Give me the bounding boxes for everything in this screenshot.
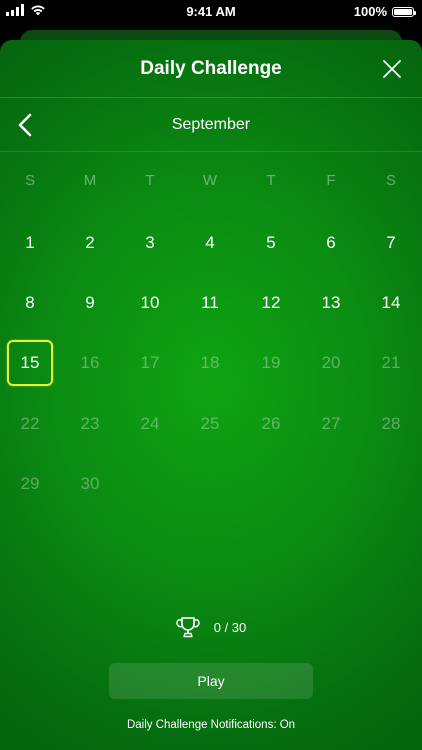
calendar-day[interactable]: 18 bbox=[187, 340, 233, 386]
notifications-status[interactable]: Daily Challenge Notifications: On bbox=[0, 719, 422, 731]
calendar-day[interactable]: 4 bbox=[187, 220, 233, 266]
weekday-label: W bbox=[202, 172, 218, 189]
weekday-label: T bbox=[266, 172, 276, 189]
calendar-day[interactable]: 28 bbox=[368, 401, 414, 447]
battery-icon bbox=[392, 6, 416, 17]
battery-percent: 100% bbox=[353, 4, 387, 19]
calendar-day[interactable]: 13 bbox=[308, 280, 354, 326]
calendar-day[interactable]: 8 bbox=[7, 280, 53, 326]
calendar-day[interactable]: 2 bbox=[67, 220, 113, 266]
month-navigator: September bbox=[0, 98, 422, 152]
progress-count: 0 / 30 bbox=[213, 619, 247, 635]
calendar-day[interactable]: 29 bbox=[7, 461, 53, 507]
calendar-day[interactable]: 24 bbox=[127, 401, 173, 447]
calendar-day[interactable]: 7 bbox=[368, 220, 414, 266]
calendar-day[interactable]: 27 bbox=[308, 401, 354, 447]
calendar-day[interactable]: 3 bbox=[127, 220, 173, 266]
calendar-day[interactable]: 10 bbox=[127, 280, 173, 326]
weekday-header: SMTWTFS bbox=[0, 172, 422, 192]
month-label: September bbox=[171, 116, 251, 133]
weekday-label: F bbox=[326, 172, 336, 189]
sheet-header: Daily Challenge bbox=[0, 40, 422, 98]
calendar-day[interactable]: 25 bbox=[187, 401, 233, 447]
calendar-day[interactable]: 14 bbox=[368, 280, 414, 326]
status-bar: 9:41 AM 100% bbox=[0, 0, 422, 22]
progress-row: 0 / 30 bbox=[0, 616, 422, 638]
calendar-day-selected[interactable]: 15 bbox=[7, 340, 53, 386]
calendar-day[interactable]: 22 bbox=[7, 401, 53, 447]
daily-challenge-sheet: Daily Challenge September SMTWTFS 123456… bbox=[0, 40, 422, 750]
calendar-day[interactable]: 11 bbox=[187, 280, 233, 326]
status-right: 100% bbox=[353, 4, 416, 19]
weekday-label: S bbox=[24, 172, 35, 189]
calendar-day[interactable]: 12 bbox=[248, 280, 294, 326]
weekday-label: M bbox=[83, 172, 97, 189]
close-button[interactable] bbox=[380, 57, 404, 81]
weekday-label: T bbox=[145, 172, 155, 189]
calendar-day[interactable]: 20 bbox=[308, 340, 354, 386]
calendar-day[interactable]: 9 bbox=[67, 280, 113, 326]
calendar-day[interactable]: 23 bbox=[67, 401, 113, 447]
play-button[interactable]: Play bbox=[109, 663, 313, 699]
calendar-day[interactable]: 21 bbox=[368, 340, 414, 386]
calendar-day[interactable]: 30 bbox=[67, 461, 113, 507]
weekday-label: S bbox=[385, 172, 396, 189]
calendar-day[interactable]: 26 bbox=[248, 401, 294, 447]
calendar-day[interactable]: 6 bbox=[308, 220, 354, 266]
calendar-day[interactable]: 1 bbox=[7, 220, 53, 266]
calendar-day[interactable]: 16 bbox=[67, 340, 113, 386]
close-icon bbox=[383, 60, 401, 78]
calendar-day[interactable]: 19 bbox=[248, 340, 294, 386]
page-title: Daily Challenge bbox=[140, 58, 282, 79]
calendar-day[interactable]: 17 bbox=[127, 340, 173, 386]
trophy-icon bbox=[176, 617, 200, 638]
calendar-day[interactable]: 5 bbox=[248, 220, 294, 266]
